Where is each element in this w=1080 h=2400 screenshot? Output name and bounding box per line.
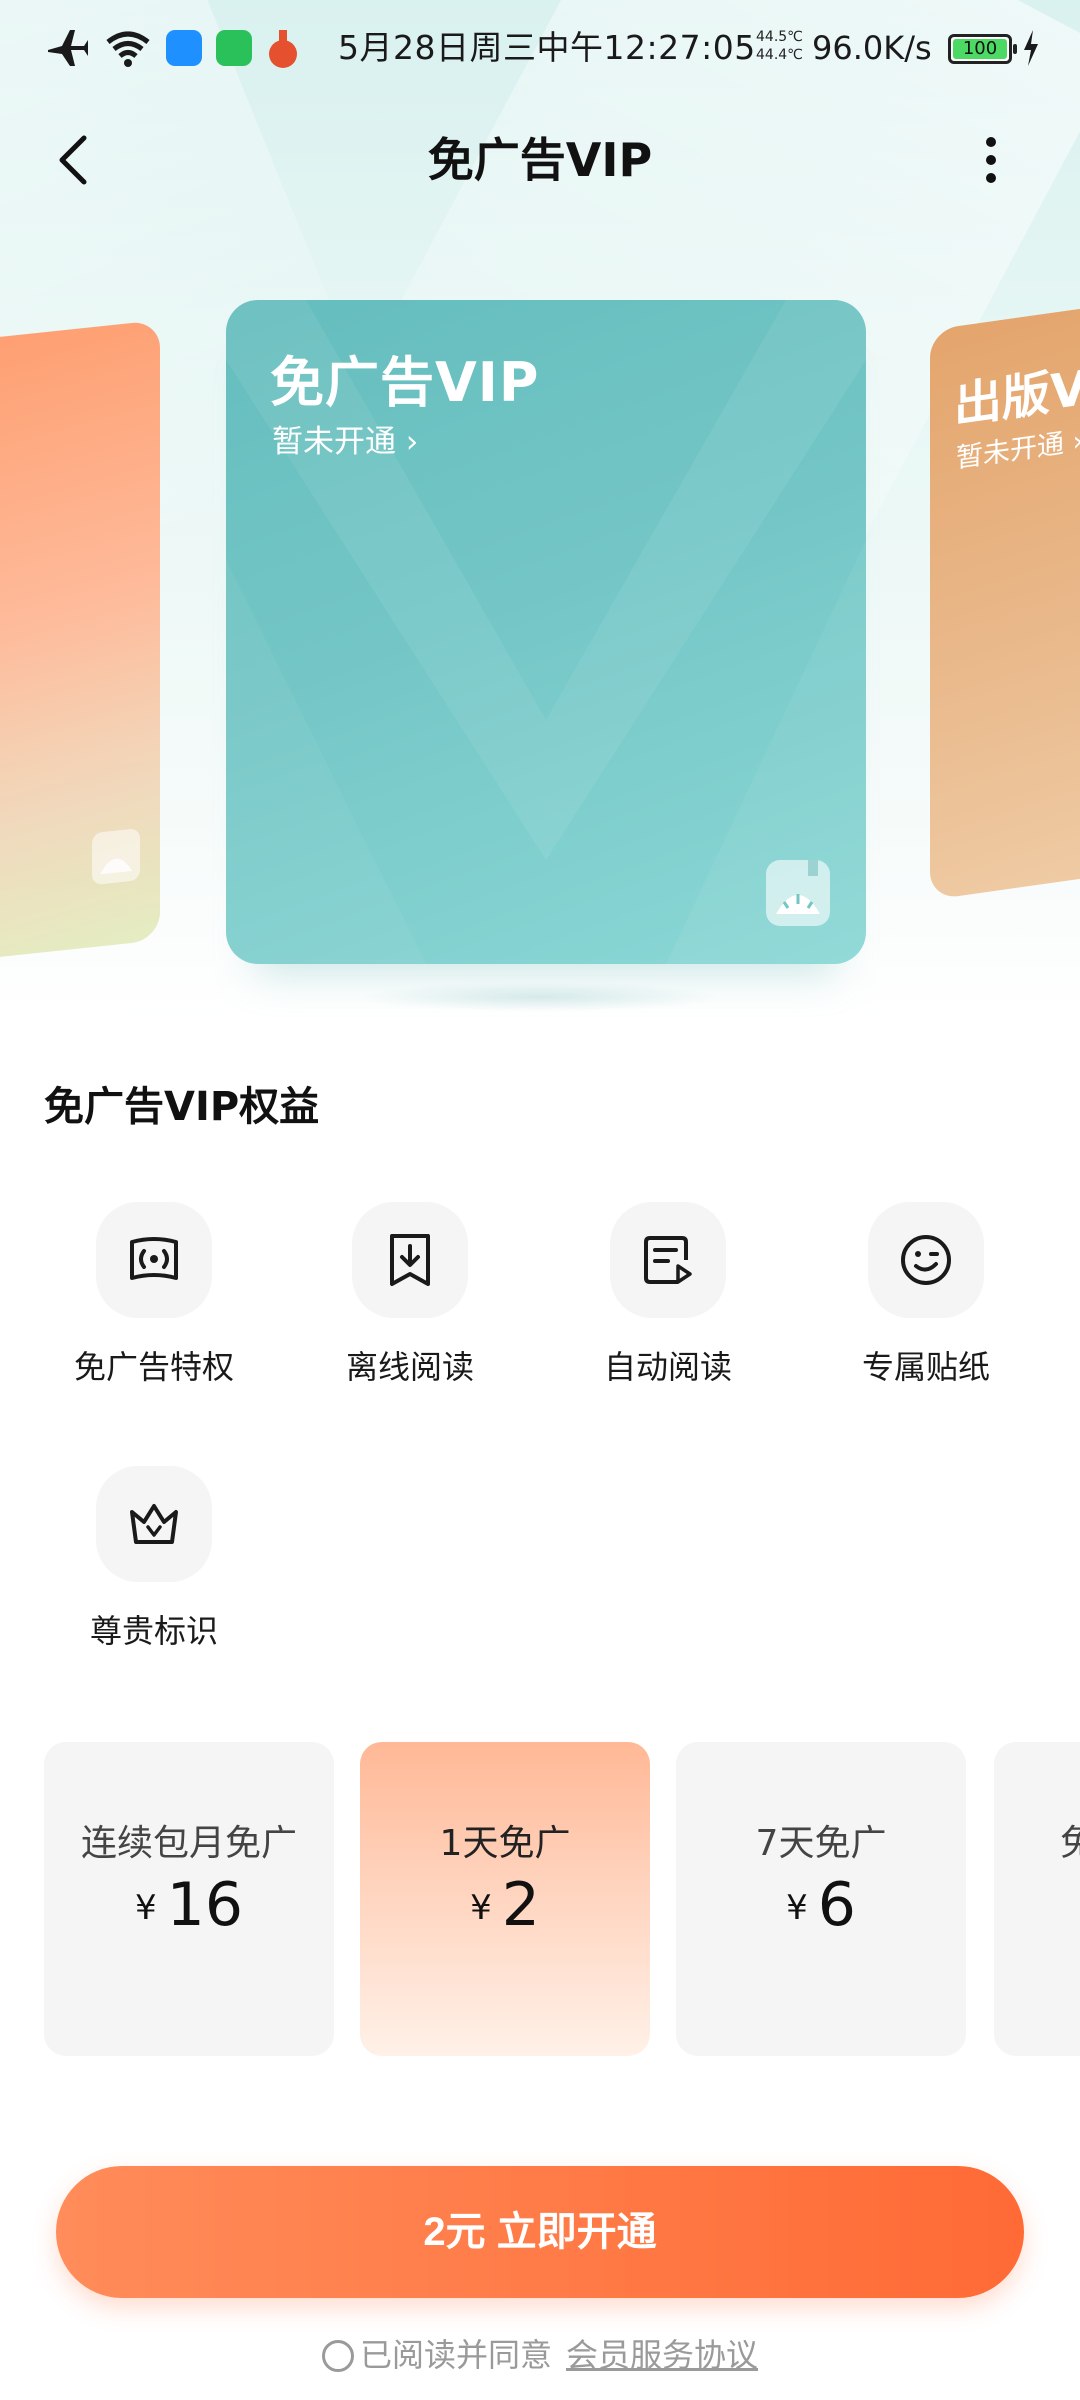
benefit-label: 离线阅读 bbox=[345, 1348, 474, 1386]
carousel-card-right[interactable]: 出版V 暂未开通 › bbox=[930, 301, 1080, 900]
airplane-icon bbox=[48, 30, 88, 66]
plan-price: ¥6 bbox=[786, 1870, 856, 1940]
download-icon bbox=[390, 1234, 430, 1286]
card-shadow bbox=[360, 982, 720, 1012]
plan-selector: 连续包月免广 ¥16 1天免广 ¥2 7天免广 ¥6 免 bbox=[0, 1742, 1080, 2058]
wechat-icon bbox=[216, 30, 252, 66]
service-agreement-link[interactable]: 会员服务协议 bbox=[566, 2336, 758, 2374]
crown-icon bbox=[130, 1504, 178, 1544]
benefits-title: 免广告VIP权益 bbox=[44, 1084, 320, 1130]
app-icon bbox=[269, 30, 297, 68]
benefit-auto-reading[interactable]: 自动阅读 bbox=[558, 1202, 778, 1402]
agree-checkbox[interactable] bbox=[321, 2340, 354, 2372]
auto-read-icon bbox=[644, 1236, 692, 1284]
benefit-label: 自动阅读 bbox=[603, 1348, 732, 1386]
card-title: 免广告VIP bbox=[270, 351, 540, 414]
plan-card-more[interactable]: 免 bbox=[994, 1742, 1080, 2056]
status-time: 5月28日周三中午12:27:05 bbox=[338, 28, 756, 67]
agreement-text: 已阅读并同意 bbox=[359, 2336, 552, 2374]
header: 免广告VIP bbox=[0, 110, 1080, 210]
sticker-icon bbox=[901, 1235, 951, 1285]
plan-price: ¥16 bbox=[135, 1870, 243, 1940]
plan-name: 7天免广 bbox=[755, 1823, 887, 1864]
benefit-badge[interactable]: 尊贵标识 bbox=[44, 1466, 264, 1666]
plan-name: 免 bbox=[1060, 1823, 1080, 1864]
benefit-label: 免广告特权 bbox=[73, 1348, 234, 1386]
reader-logo-icon bbox=[92, 829, 140, 885]
network-speed: 96.0K/s bbox=[812, 29, 932, 67]
plan-price: ¥2 bbox=[470, 1870, 540, 1940]
subscribe-button[interactable]: 2元 立即开通 bbox=[56, 2166, 1024, 2298]
benefit-ad-free[interactable]: 免广告特权 bbox=[44, 1202, 264, 1402]
carousel-card-left[interactable] bbox=[0, 320, 160, 962]
status-bar: 5月28日周三中午12:27:05 44.5℃ 44.4℃ 96.0K/s 10… bbox=[0, 0, 1080, 96]
ad-free-icon bbox=[130, 1237, 178, 1280]
plan-card-monthly[interactable]: 连续包月免广 ¥16 bbox=[44, 1742, 334, 2056]
temperature-readout: 44.5℃ 44.4℃ bbox=[756, 29, 803, 63]
qq-icon bbox=[166, 30, 202, 66]
plan-card-7-day[interactable]: 7天免广 ¥6 bbox=[676, 1742, 966, 2056]
page-title: 免广告VIP bbox=[427, 133, 653, 187]
benefit-label: 尊贵标识 bbox=[89, 1612, 218, 1650]
charging-icon bbox=[1024, 30, 1038, 66]
benefit-offline-reading[interactable]: 离线阅读 bbox=[300, 1202, 520, 1402]
wifi-icon bbox=[106, 31, 150, 67]
more-options-button[interactable] bbox=[966, 126, 1016, 194]
card-status[interactable]: 暂未开通 › bbox=[272, 416, 418, 461]
plan-name: 1天免广 bbox=[439, 1823, 571, 1864]
plan-name: 连续包月免广 bbox=[80, 1823, 297, 1864]
plan-card-1-day[interactable]: 1天免广 ¥2 bbox=[360, 1742, 650, 2056]
benefit-stickers[interactable]: 专属贴纸 bbox=[816, 1202, 1036, 1402]
benefit-label: 专属贴纸 bbox=[861, 1348, 990, 1386]
vip-card[interactable]: 免广告VIP 暂未开通 › bbox=[226, 300, 866, 964]
agreement-row: 已阅读并同意 会员服务协议 bbox=[0, 2330, 1080, 2376]
battery-icon: 100 bbox=[948, 34, 1017, 64]
reader-logo-icon bbox=[766, 860, 830, 926]
